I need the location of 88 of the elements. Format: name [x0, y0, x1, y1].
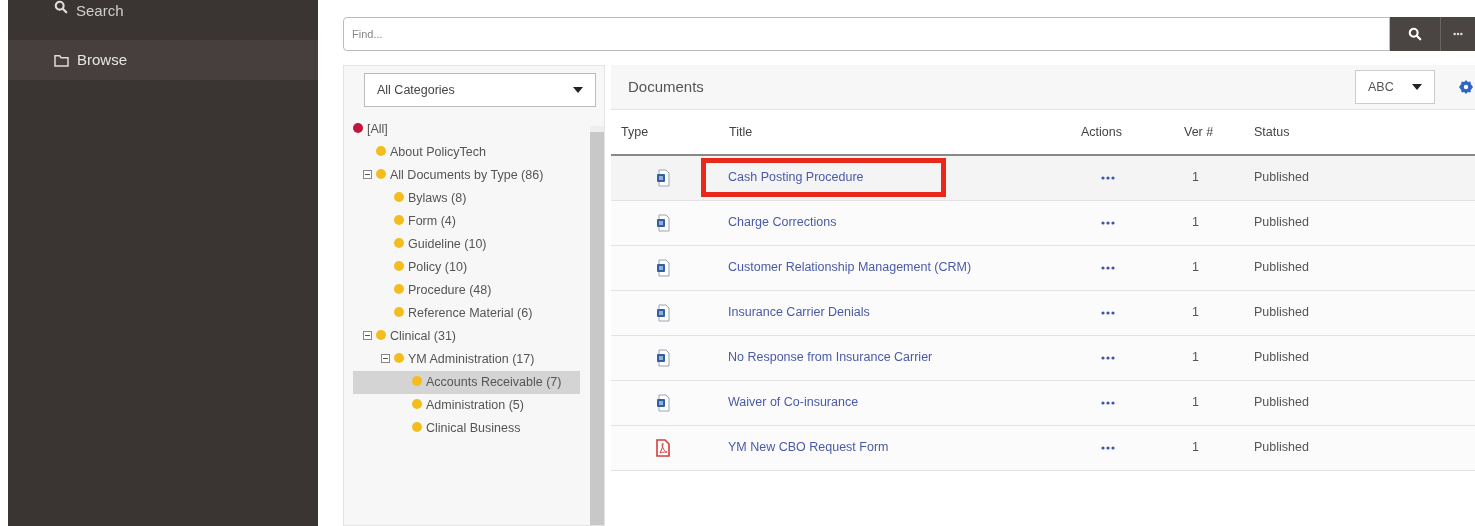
tree-item[interactable]: About PolicyTech — [353, 141, 580, 164]
document-icon — [656, 168, 670, 187]
version-cell: 1 — [1184, 380, 1254, 425]
column-header[interactable]: Title — [729, 110, 1079, 155]
settings-icon[interactable] — [1459, 80, 1473, 94]
status-cell: Published — [1254, 290, 1475, 335]
more-icon[interactable] — [1101, 220, 1115, 225]
version-cell: 1 — [1184, 200, 1254, 245]
document-link[interactable]: Insurance Carrier Denials — [728, 305, 870, 320]
scrollbar[interactable] — [590, 126, 604, 525]
tree-label: Clinical (31) — [390, 328, 456, 345]
document-icon — [656, 348, 670, 367]
pdf-icon — [656, 438, 670, 457]
document-link[interactable]: Cash Posting Procedure — [728, 170, 864, 185]
tree-item[interactable]: Accounts Receivable (7) — [353, 371, 580, 394]
status-cell: Published — [1254, 425, 1475, 470]
document-icon — [656, 213, 670, 232]
tree-label: Administration (5) — [426, 397, 524, 414]
version-cell: 1 — [1184, 245, 1254, 290]
tree-item[interactable]: Guideline (10) — [353, 233, 580, 256]
document-link[interactable]: Waiver of Co-insurance — [728, 395, 859, 410]
tree-label: YM Administration (17) — [408, 351, 535, 368]
tree-label: Form (4) — [408, 213, 456, 230]
document-link[interactable]: YM New CBO Request Form — [728, 440, 889, 455]
document-link[interactable]: Customer Relationship Management (CRM) — [728, 260, 972, 275]
caret-icon — [573, 87, 583, 93]
version-cell: 1 — [1184, 155, 1254, 200]
version-cell: 1 — [1184, 290, 1254, 335]
column-header[interactable]: Type — [611, 110, 729, 155]
search-button[interactable] — [1390, 17, 1440, 51]
document-icon — [656, 303, 670, 322]
more-icon[interactable] — [1101, 355, 1115, 360]
status-cell: Published — [1254, 380, 1475, 425]
status-cell: Published — [1254, 245, 1475, 290]
tree-item[interactable]: YM Administration (17) — [353, 348, 580, 371]
document-link[interactable]: No Response from Insurance Carrier — [728, 350, 933, 365]
tree-label: Reference Material (6) — [408, 305, 533, 322]
tree-item[interactable]: Policy (10) — [353, 256, 580, 279]
tree-item[interactable]: Clinical Business — [353, 417, 580, 440]
search-icon — [1408, 27, 1422, 41]
status-cell: Published — [1254, 155, 1475, 200]
tree-label: [All] — [367, 121, 388, 138]
status-cell: Published — [1254, 335, 1475, 380]
tree-item[interactable]: Bylaws (8) — [353, 187, 580, 210]
tree-item[interactable]: [All] — [353, 118, 580, 141]
collapse-icon[interactable] — [381, 354, 390, 363]
column-header[interactable]: Ver # — [1184, 110, 1254, 155]
tree-label: All Documents by Type (86) — [390, 167, 544, 184]
document-icon — [656, 393, 670, 412]
documents-title: Documents — [628, 76, 705, 97]
tree-label: Clinical Business — [426, 420, 521, 437]
more-icon[interactable] — [1101, 445, 1115, 450]
sidebar-item[interactable]: Browse — [8, 40, 318, 80]
tree-item[interactable]: Form (4) — [353, 210, 580, 233]
sidebar-label: Search — [76, 1, 124, 21]
version-cell: 1 — [1184, 335, 1254, 380]
tree-item[interactable]: All Documents by Type (86) — [353, 164, 580, 187]
column-header[interactable]: Actions — [1079, 110, 1184, 155]
sidebar-item[interactable]: Search — [8, 0, 318, 40]
version-cell: 1 — [1184, 425, 1254, 470]
tree-label: Procedure (48) — [408, 282, 492, 299]
status-cell: Published — [1254, 200, 1475, 245]
document-icon — [656, 258, 670, 277]
document-link[interactable]: Charge Corrections — [728, 215, 837, 230]
more-icon[interactable] — [1101, 175, 1115, 180]
sort-select[interactable]: ABC — [1355, 70, 1435, 104]
caret-icon — [1412, 84, 1422, 90]
more-icon[interactable] — [1101, 265, 1115, 270]
tree-item[interactable]: Reference Material (6) — [353, 302, 580, 325]
tree-label: Accounts Receivable (7) — [426, 374, 562, 391]
tree-label: Bylaws (8) — [408, 190, 467, 207]
more-icon — [1453, 32, 1463, 36]
tree-label: Guideline (10) — [408, 236, 487, 253]
sidebar-label: Browse — [77, 49, 128, 70]
category-select[interactable]: All Categories — [364, 73, 596, 107]
collapse-icon[interactable] — [363, 331, 372, 340]
find-field[interactable]: Find... — [343, 17, 1390, 51]
tree-label: Policy (10) — [408, 259, 468, 276]
more-icon[interactable] — [1101, 400, 1115, 405]
more-icon[interactable] — [1101, 310, 1115, 315]
tree-item[interactable]: Clinical (31) — [353, 325, 580, 348]
folder-icon — [54, 53, 69, 67]
tree-item[interactable]: Procedure (48) — [353, 279, 580, 302]
tree-label: About PolicyTech — [390, 144, 486, 161]
search-icon — [54, 0, 68, 14]
collapse-icon[interactable] — [363, 170, 372, 179]
tree-item[interactable]: Administration (5) — [353, 394, 580, 417]
column-header[interactable]: Status — [1254, 110, 1475, 155]
